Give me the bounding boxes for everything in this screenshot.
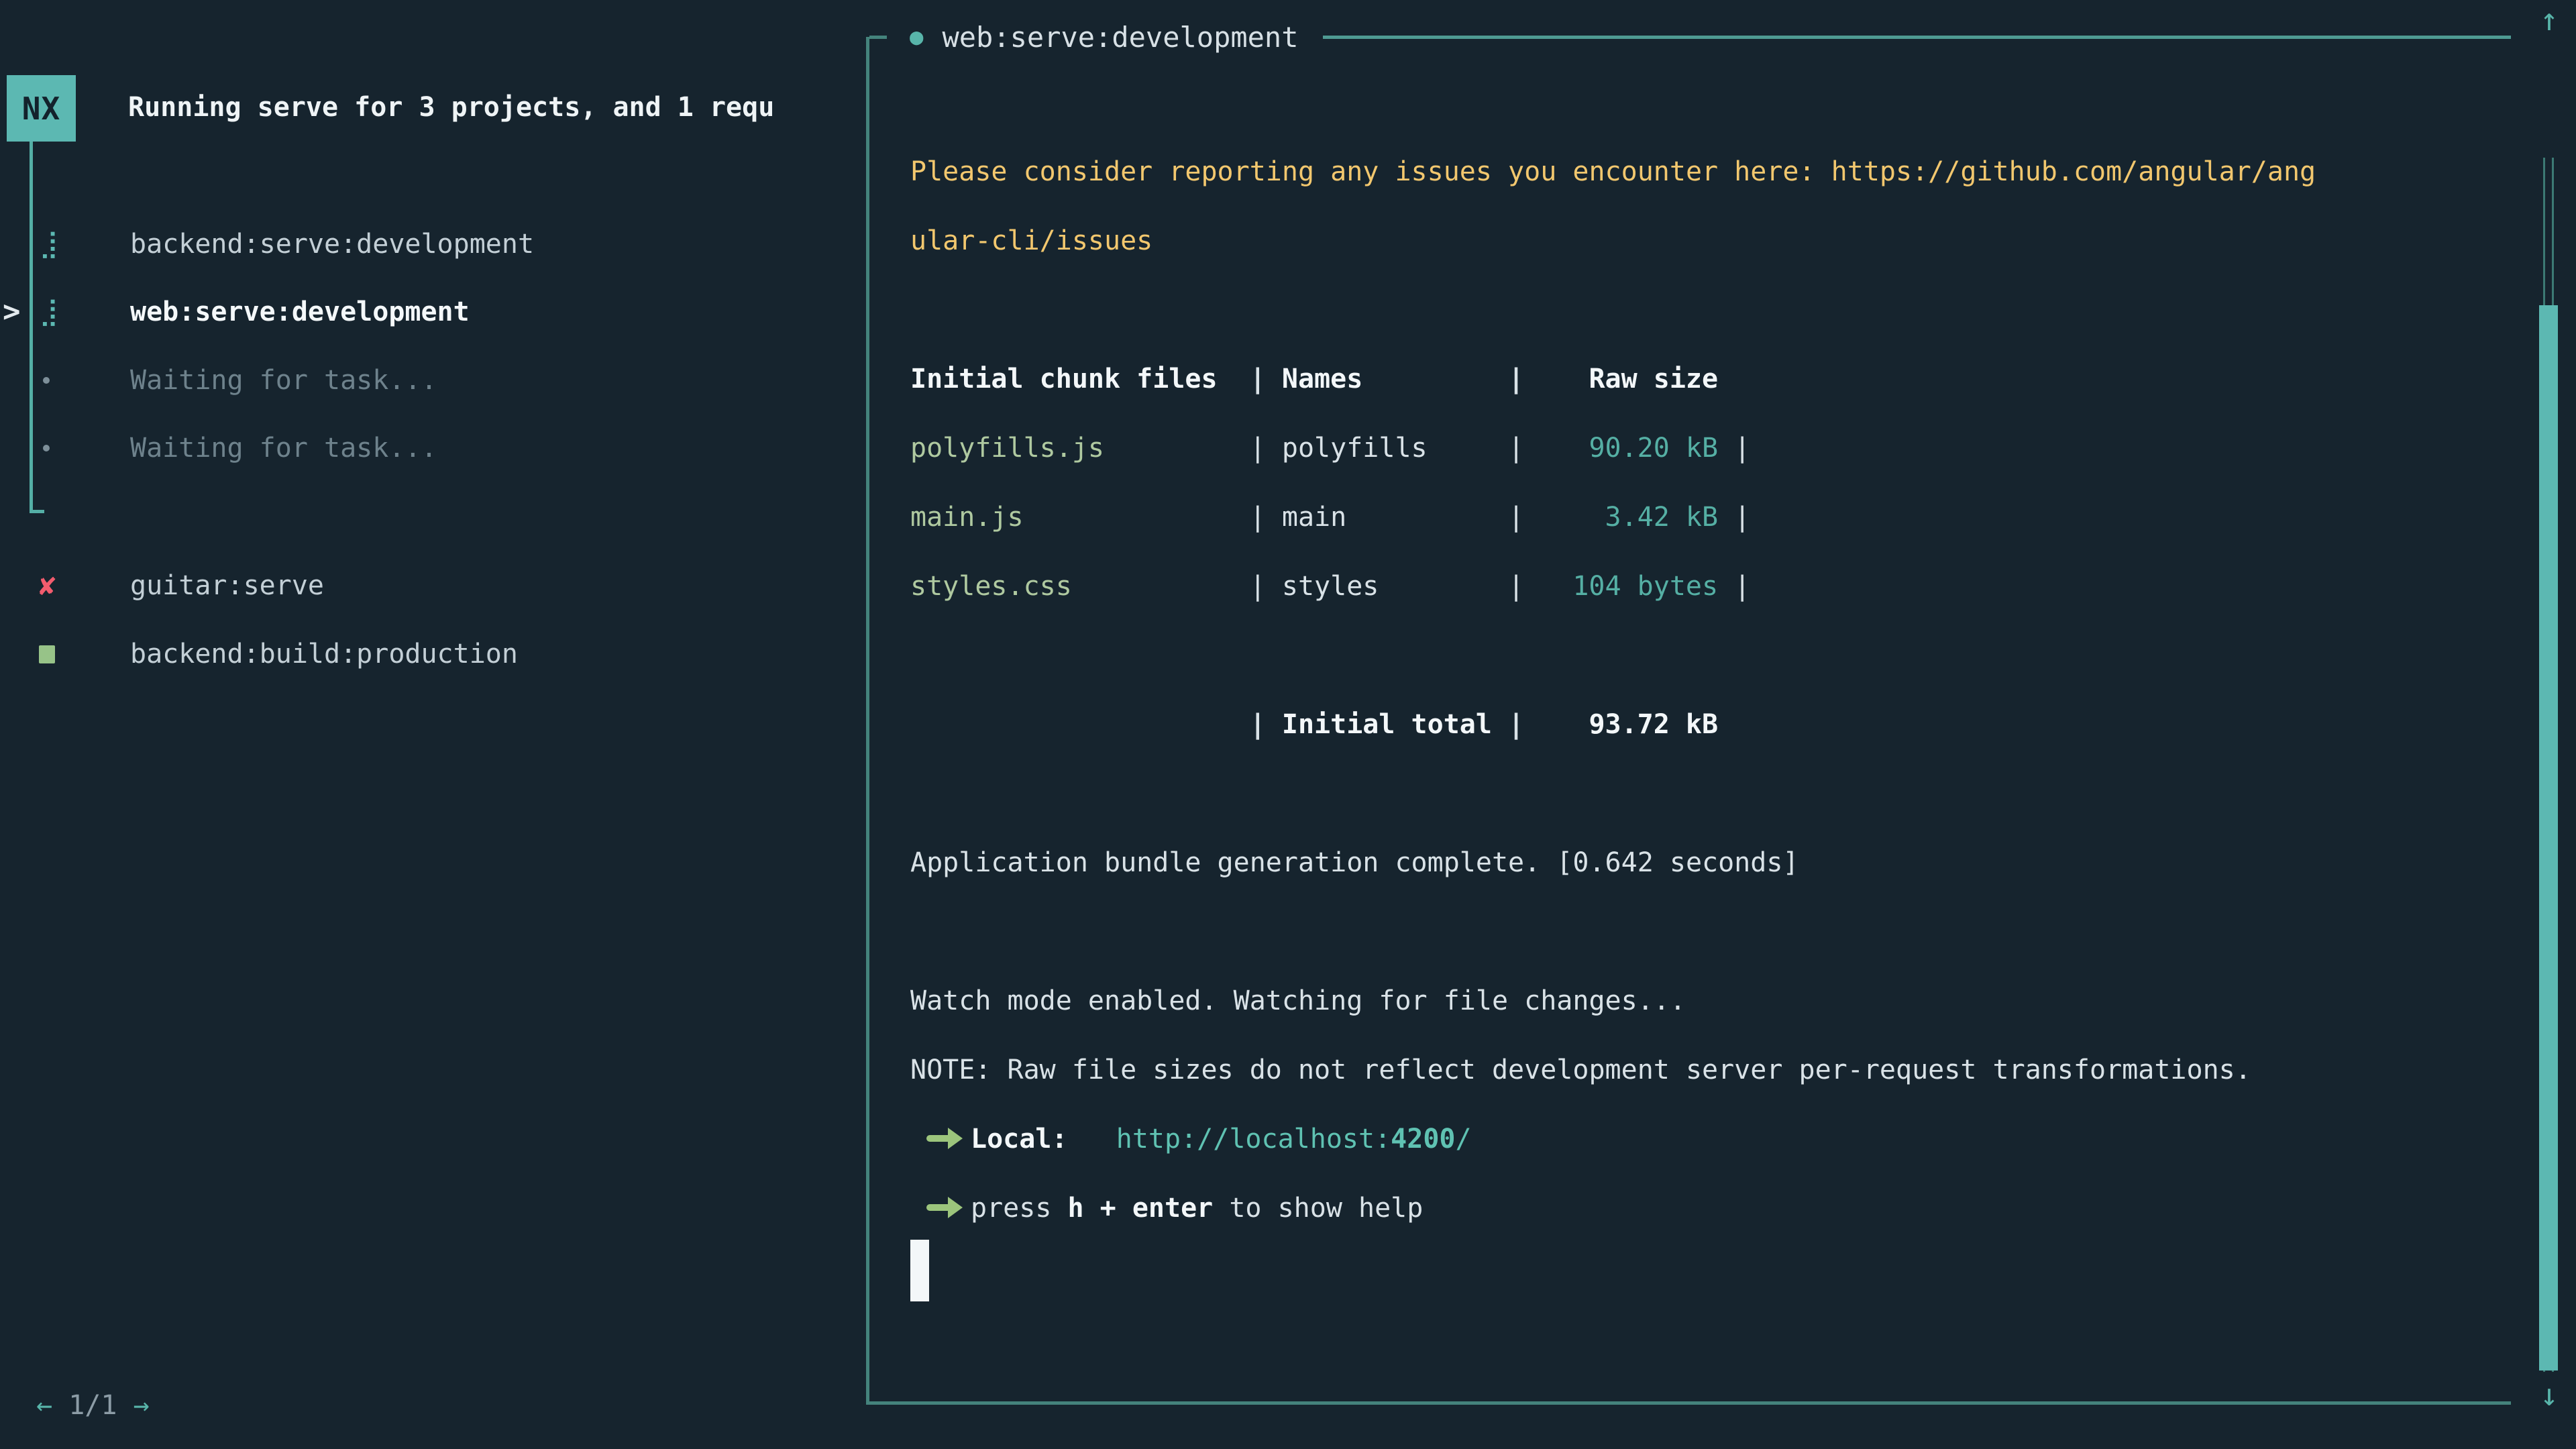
task-row-guitar-serve[interactable]: ✘ guitar:serve bbox=[0, 552, 866, 619]
status-dot-icon: ● bbox=[910, 23, 923, 50]
panel-title-bar: ● web:serve:development bbox=[869, 21, 2511, 53]
table-total-row: | Initial total| 93.72 kB bbox=[910, 690, 2487, 759]
notice-line: Please consider reporting any issues you… bbox=[910, 138, 2487, 207]
table-row: polyfills.js| polyfills| 90.20 kB | bbox=[910, 414, 2487, 483]
task-row-waiting-1[interactable]: Waiting for task... bbox=[0, 347, 866, 414]
scrollbar: ↑ ↓ bbox=[2538, 0, 2561, 1449]
arrow-right-icon bbox=[926, 1135, 953, 1142]
bundle-complete-line: Application bundle generation complete. … bbox=[910, 828, 2487, 898]
blank-line bbox=[910, 276, 2487, 345]
keyboard-hints: quit: q help: ? bbox=[540, 1439, 798, 1449]
pagination: ← 1/1 → bbox=[36, 1372, 150, 1439]
panel-border-stub bbox=[869, 36, 887, 39]
task-label: web:serve:development bbox=[130, 278, 470, 345]
panel-title: web:serve:development bbox=[942, 21, 1298, 54]
spinner-icon: ⣸ bbox=[39, 211, 58, 278]
blank-line bbox=[910, 898, 2487, 967]
note-line: NOTE: Raw file sizes do not reflect deve… bbox=[910, 1036, 2487, 1105]
help-key-combo: h + enter bbox=[1068, 1193, 1214, 1224]
spinner-icon: ⣸ bbox=[39, 278, 58, 345]
sidebar-footer: ← 1/1 → quit: q help: ? bbox=[0, 1305, 866, 1372]
waiting-dot-icon bbox=[43, 445, 50, 451]
task-row-waiting-2[interactable]: Waiting for task... bbox=[0, 415, 866, 482]
selected-chevron-icon: > bbox=[3, 278, 21, 345]
local-url-line: Local: http://localhost:4200/ bbox=[910, 1105, 2487, 1174]
terminal-output: Please consider reporting any issues you… bbox=[910, 138, 2487, 1243]
nx-logo-text: NX bbox=[22, 91, 60, 127]
blank-line bbox=[910, 759, 2487, 828]
page-indicator: 1/1 bbox=[52, 1390, 133, 1421]
task-label: Waiting for task... bbox=[130, 347, 437, 414]
local-label: Local: bbox=[971, 1124, 1068, 1155]
watch-mode-line: Watch mode enabled. Watching for file ch… bbox=[910, 967, 2487, 1036]
task-row-backend-serve[interactable]: ⣸ backend:serve:development bbox=[0, 211, 866, 278]
success-square-icon bbox=[39, 645, 55, 663]
sidebar: NX Running serve for 3 projects, and 1 r… bbox=[0, 0, 866, 1449]
notice-line: ular-cli/issues bbox=[910, 207, 2487, 276]
terminal-cursor bbox=[910, 1240, 929, 1301]
page-prev-arrow-icon[interactable]: ← bbox=[36, 1390, 52, 1421]
waiting-dot-icon bbox=[43, 377, 50, 384]
failed-cross-icon: ✘ bbox=[39, 552, 56, 619]
arrow-right-icon bbox=[926, 1204, 953, 1211]
scroll-down-arrow-icon[interactable]: ↓ bbox=[2538, 1377, 2561, 1413]
task-label: Waiting for task... bbox=[130, 415, 437, 482]
task-label: backend:serve:development bbox=[130, 211, 534, 278]
help-hint-line: press h + enter to show help bbox=[910, 1174, 2487, 1243]
table-row: styles.css| styles| 104 bytes | bbox=[910, 552, 2487, 621]
scroll-up-arrow-icon[interactable]: ↑ bbox=[2538, 1, 2561, 38]
task-label: backend:build:production bbox=[130, 621, 518, 688]
table-row: main.js| main| 3.42 kB | bbox=[910, 483, 2487, 552]
table-header-row: Initial chunk files| Names| Raw size bbox=[910, 345, 2487, 414]
task-row-web-serve[interactable]: > ⣸ web:serve:development bbox=[0, 278, 866, 345]
scrollbar-thumb[interactable] bbox=[2539, 305, 2558, 1371]
page-next-arrow-icon[interactable]: → bbox=[133, 1390, 150, 1421]
page-title: Running serve for 3 projects, and 1 requ bbox=[128, 74, 774, 141]
task-output-panel: ● web:serve:development Please consider … bbox=[866, 37, 2511, 1405]
task-row-backend-build[interactable]: backend:build:production bbox=[0, 621, 866, 688]
panel-border-line bbox=[1323, 36, 2512, 39]
local-url-link[interactable]: http://localhost:4200/ bbox=[1116, 1124, 1472, 1155]
nx-logo: NX bbox=[7, 75, 76, 142]
blank-line bbox=[910, 621, 2487, 690]
task-label: guitar:serve bbox=[130, 552, 324, 619]
